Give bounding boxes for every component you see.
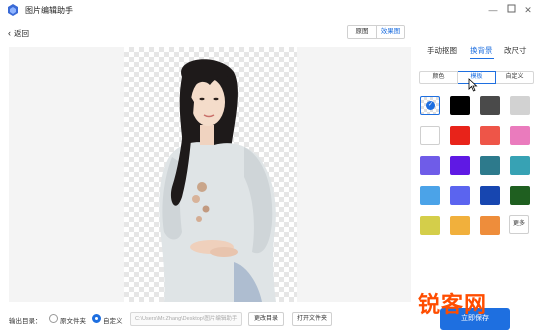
back-button[interactable]: ‹ 返回 (8, 27, 29, 39)
selected-check-icon: ✓ (426, 101, 435, 110)
color-swatch[interactable] (480, 186, 500, 205)
color-swatch[interactable] (480, 216, 500, 235)
active-tab-indicator (470, 58, 494, 59)
preview-canvas (9, 47, 411, 302)
radio-original-folder[interactable] (49, 314, 58, 323)
color-swatch[interactable] (450, 216, 470, 235)
color-swatch[interactable] (480, 96, 500, 115)
close-icon[interactable]: ✕ (522, 4, 534, 16)
result-view-button[interactable]: 效果图 (376, 26, 404, 38)
original-view-button[interactable]: 原图 (348, 26, 376, 38)
color-swatch[interactable] (510, 96, 530, 115)
transparent-background (124, 47, 297, 302)
segment-color[interactable]: 颜色 (419, 71, 458, 84)
radio-original-folder-label: 原文件夹 (60, 318, 86, 325)
color-swatch[interactable] (480, 156, 500, 175)
color-swatch[interactable] (420, 216, 440, 235)
site-watermark: 锐客网 (418, 293, 488, 318)
tab-manual-cutout[interactable]: 手动抠图 (427, 45, 457, 56)
color-swatch[interactable] (510, 126, 530, 145)
output-path-field[interactable]: C:\Users\Mr.Zhang\Desktop\图片编辑助手 (130, 312, 242, 326)
mouse-cursor-icon (468, 78, 478, 92)
radio-custom-folder-label: 自定义 (103, 318, 123, 325)
change-directory-button[interactable]: 更改目录 (248, 312, 284, 326)
title-bar: 图片编辑助手 — ✕ (0, 0, 540, 20)
minimize-icon[interactable]: — (487, 4, 499, 16)
tab-change-background[interactable]: 换背景 (470, 45, 493, 56)
color-swatch[interactable] (510, 156, 530, 175)
color-swatch[interactable] (420, 156, 440, 175)
open-folder-button[interactable]: 打开文件夹 (292, 312, 332, 326)
color-swatch[interactable] (510, 186, 530, 205)
swatch-transparent[interactable]: ✓ (420, 96, 440, 115)
radio-custom-folder[interactable] (92, 314, 101, 323)
color-swatch[interactable] (450, 96, 470, 115)
maximize-icon[interactable] (505, 4, 517, 16)
app-title: 图片编辑助手 (25, 6, 73, 15)
compare-toggle: 原图 效果图 (347, 25, 405, 39)
chevron-left-icon: ‹ (8, 28, 11, 38)
output-dir-label: 输出目录： (9, 318, 42, 325)
tab-resize[interactable]: 改尺寸 (504, 45, 527, 56)
more-colors-button[interactable]: 更多 (509, 215, 529, 234)
color-swatch[interactable] (450, 126, 470, 145)
color-swatch[interactable] (450, 156, 470, 175)
app-logo-icon (8, 4, 18, 16)
cutout-photo (159, 59, 276, 302)
color-swatch[interactable] (450, 186, 470, 205)
color-swatch[interactable] (480, 126, 500, 145)
back-label: 返回 (14, 28, 29, 38)
color-swatch[interactable] (420, 126, 440, 145)
segment-custom[interactable]: 自定义 (496, 71, 534, 84)
color-swatch[interactable] (420, 186, 440, 205)
